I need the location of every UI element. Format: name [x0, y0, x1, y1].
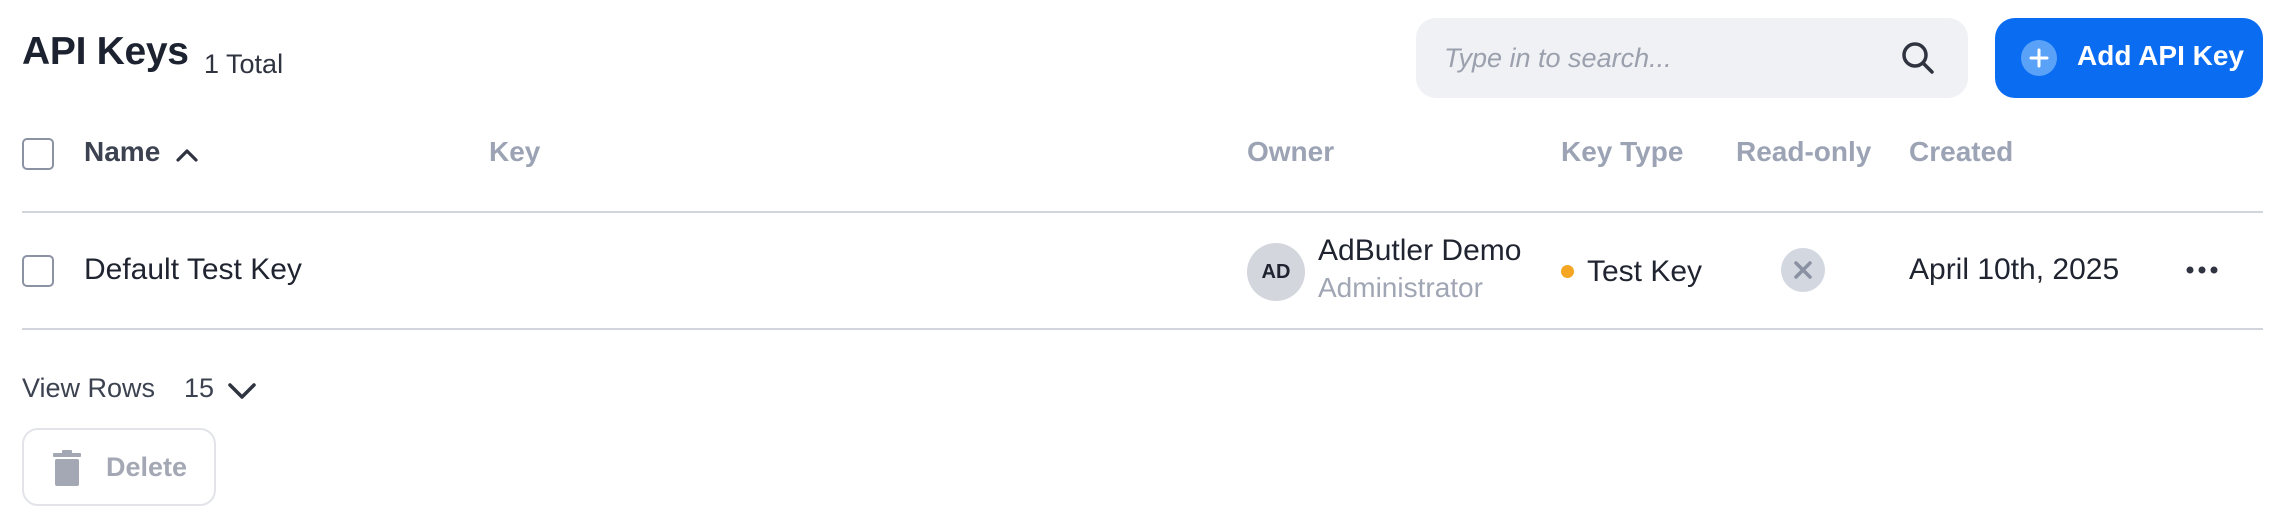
row-divider [22, 328, 2263, 330]
add-api-key-button[interactable]: Add API Key [1995, 18, 2263, 98]
more-options-icon[interactable] [2184, 260, 2220, 280]
search-box[interactable] [1416, 18, 1968, 98]
column-header-owner: Owner [1247, 136, 1335, 167]
key-type: Test Key [1587, 255, 1703, 288]
column-header-key-type: Key Type [1561, 136, 1684, 167]
select-all-checkbox[interactable] [22, 138, 54, 170]
owner-role: Administrator [1318, 272, 1483, 303]
view-rows-label: View Rows [22, 373, 156, 403]
chevron-down-icon[interactable] [226, 376, 258, 404]
delete-label: Delete [106, 452, 188, 482]
column-header-name[interactable]: Name [84, 136, 160, 168]
add-api-key-label: Add API Key [2077, 40, 2244, 71]
plus-circle-icon [2021, 40, 2057, 76]
key-name[interactable]: Default Test Key [84, 253, 302, 287]
row-checkbox[interactable] [22, 255, 54, 287]
owner-name: AdButler Demo [1318, 234, 1522, 267]
delete-button[interactable]: Delete [22, 428, 216, 506]
created-date: April 10th, 2025 [1909, 253, 2120, 286]
sort-ascending-chevron-icon[interactable] [174, 142, 200, 168]
key-type-status-dot [1561, 265, 1574, 278]
header-divider [22, 211, 2263, 213]
column-header-created: Created [1909, 136, 2014, 167]
page-title: API Keys [22, 30, 189, 73]
search-icon[interactable] [1898, 38, 1938, 78]
x-icon [1781, 248, 1825, 292]
search-input[interactable] [1444, 18, 1884, 98]
column-header-read-only: Read-only [1736, 136, 1872, 167]
api-keys-page: API Keys 1 Total Add API Key Name Key Ow… [0, 0, 2286, 528]
trash-icon [53, 450, 81, 486]
column-header-key: Key [489, 136, 541, 167]
avatar: AD [1247, 243, 1305, 301]
total-count: 1 Total [204, 49, 284, 79]
rows-per-page-value[interactable]: 15 [184, 373, 214, 404]
